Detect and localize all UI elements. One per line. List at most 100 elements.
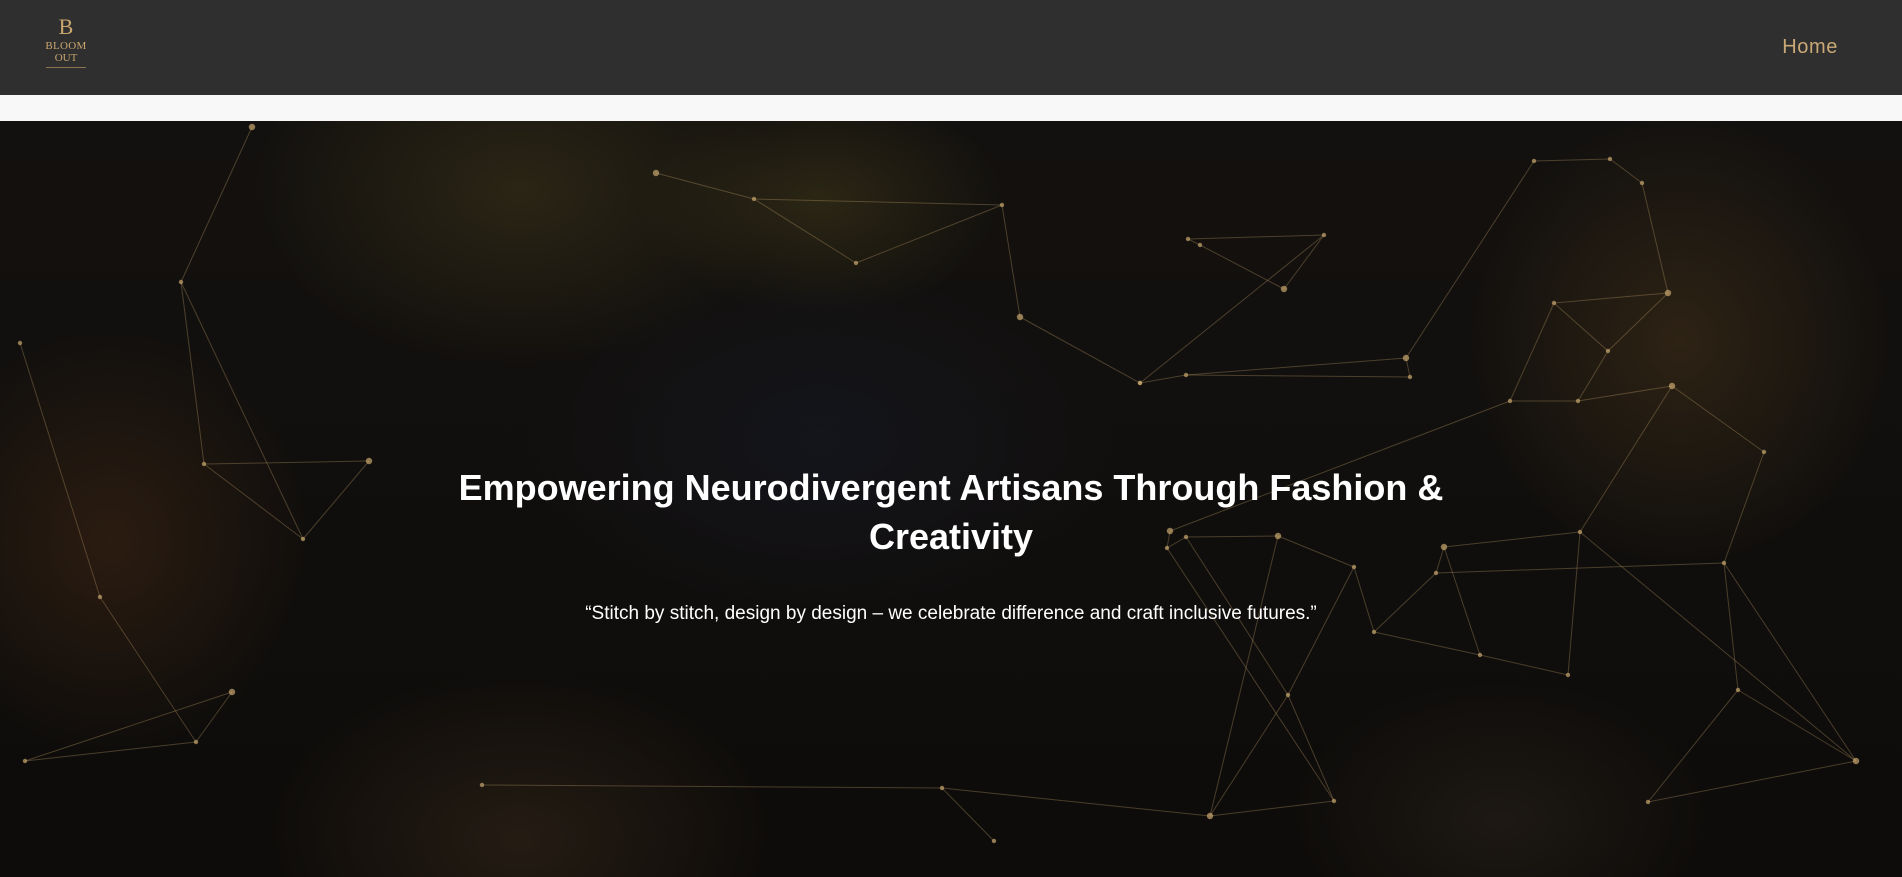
network-link — [855, 204, 1003, 264]
network-node — [1735, 687, 1741, 693]
network-link — [1166, 547, 1335, 802]
network-node — [178, 279, 184, 285]
network-link — [1577, 385, 1673, 402]
network-link — [1373, 631, 1481, 656]
network-link — [1671, 385, 1765, 453]
network-node — [1477, 652, 1483, 658]
network-node — [248, 123, 256, 131]
network-link — [1443, 531, 1581, 548]
network-link — [1579, 385, 1673, 533]
network-link — [24, 741, 197, 762]
network-node — [1280, 285, 1288, 293]
network-node — [1351, 564, 1357, 570]
network-node — [1639, 180, 1645, 186]
network-node — [1137, 380, 1143, 386]
network-link — [1567, 531, 1581, 676]
network-node — [1371, 629, 1377, 635]
network-link — [941, 787, 1211, 817]
network-node — [1433, 570, 1439, 576]
network-link — [302, 460, 370, 540]
network-link — [1199, 244, 1285, 290]
network-node — [1761, 449, 1767, 455]
network-link — [195, 691, 233, 743]
network-link — [753, 198, 1003, 206]
network-node — [97, 594, 103, 600]
network-link — [180, 281, 205, 465]
bloomout-logo[interactable]: B BLOOM OUT — [40, 16, 92, 78]
network-link — [1737, 689, 1857, 762]
network-node — [1531, 158, 1537, 164]
network-node — [17, 340, 23, 346]
network-link — [1287, 566, 1355, 696]
network-link — [1209, 535, 1279, 817]
network-link — [1443, 546, 1481, 656]
network-link — [1553, 302, 1609, 352]
site-header: B BLOOM OUT Home — [0, 0, 1902, 95]
network-node — [1183, 372, 1189, 378]
network-link — [481, 784, 943, 789]
network-link — [1187, 234, 1325, 240]
network-link — [941, 787, 995, 842]
network-link — [1019, 316, 1141, 384]
network-node — [1551, 300, 1557, 306]
network-link — [1647, 760, 1857, 803]
network-node — [1016, 313, 1024, 321]
network-link — [1287, 694, 1335, 802]
network-link — [1139, 234, 1325, 384]
network-node — [201, 461, 207, 467]
network-link — [19, 342, 101, 598]
network-link — [1509, 302, 1555, 402]
logo-mark: B — [58, 14, 74, 39]
network-node — [1607, 156, 1613, 162]
network-node — [1664, 289, 1672, 297]
network-node — [853, 260, 859, 266]
network-node — [365, 457, 373, 465]
network-link — [1435, 562, 1725, 574]
network-node — [999, 202, 1005, 208]
network-link — [1533, 158, 1611, 162]
network-node — [939, 785, 945, 791]
network-link — [180, 126, 253, 283]
network-link — [1723, 562, 1857, 762]
network-link — [1001, 204, 1021, 318]
nav-home-link[interactable]: Home — [1782, 36, 1838, 59]
hero-quote: “Stitch by stitch, design by design – we… — [585, 603, 1317, 624]
network-link — [1209, 800, 1335, 817]
network-link — [753, 198, 857, 264]
network-node — [22, 758, 28, 764]
network-node — [1402, 354, 1410, 362]
network-node — [1575, 398, 1581, 404]
network-node — [300, 536, 306, 542]
network-node — [1605, 348, 1611, 354]
network-node — [1577, 529, 1583, 535]
network-node — [751, 196, 757, 202]
network-node — [1645, 799, 1651, 805]
network-link — [655, 172, 755, 200]
network-link — [1553, 292, 1669, 304]
network-link — [203, 460, 370, 465]
network-node — [1321, 232, 1327, 238]
network-link — [1479, 654, 1569, 676]
logo-wordmark-line2: OUT — [54, 52, 78, 64]
network-link — [24, 691, 233, 762]
network-link — [1607, 292, 1669, 352]
network-node — [1331, 798, 1337, 804]
network-node — [1668, 382, 1676, 390]
network-node — [1507, 398, 1513, 404]
network-link — [1647, 689, 1739, 803]
network-node — [1721, 560, 1727, 566]
network-link — [1579, 531, 1857, 762]
network-node — [1565, 672, 1571, 678]
network-link — [1185, 374, 1411, 378]
network-link — [1609, 158, 1643, 184]
network-link — [1723, 562, 1739, 691]
network-node — [1852, 757, 1860, 765]
network-link — [1405, 160, 1535, 359]
network-link — [1723, 451, 1765, 564]
hero-title: Empowering Neurodivergent Artisans Throu… — [458, 467, 1444, 557]
network-node — [228, 688, 236, 696]
network-node — [1206, 812, 1214, 820]
header-spacer — [0, 95, 1902, 121]
network-link — [180, 281, 304, 540]
network-node — [1197, 242, 1203, 248]
